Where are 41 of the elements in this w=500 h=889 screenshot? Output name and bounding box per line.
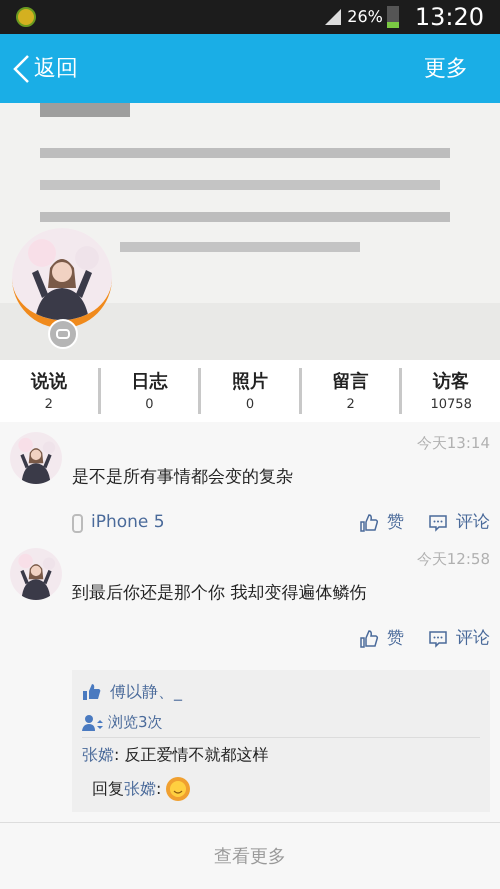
stat-label[interactable]: 照片 (232, 368, 268, 395)
chevron-left-icon (12, 54, 30, 84)
stat-label[interactable]: 留言 (332, 368, 369, 395)
comment-button[interactable]: 评论 (428, 510, 490, 536)
post-time: 今天12:58 (416, 549, 490, 570)
comment-icon (428, 514, 448, 532)
commenter-name[interactable]: 张嫦 (124, 777, 156, 801)
device-label: iPhone 5 (72, 510, 165, 536)
reply-colon: : (156, 778, 162, 800)
reply-label: 回复 (92, 778, 124, 800)
comment-button[interactable]: 评论 (428, 626, 490, 652)
stat-label[interactable]: 访客 (433, 368, 470, 395)
thumbs-up-icon (359, 629, 379, 649)
post-text: 到最后你还是那个你 我却变得遍体鳞伤 (72, 582, 368, 604)
stat-count: 0 (246, 396, 254, 414)
thumbs-up-icon (82, 682, 102, 702)
stat-count: 0 (145, 396, 154, 414)
comment-icon (428, 630, 448, 648)
like-button[interactable]: 赞 (359, 510, 404, 536)
like-button[interactable]: 赞 (359, 626, 404, 652)
battery-icon (386, 6, 399, 28)
post-text: 是不是所有事情都会变的复杂 (72, 466, 294, 488)
comment-text: : 反正爱情不就都这样 (114, 744, 268, 766)
view-more-button[interactable]: 查看更多 (214, 842, 286, 870)
app-icon (16, 7, 36, 27)
sun-emoji-icon (165, 776, 192, 802)
thumbs-up-icon (359, 513, 379, 533)
stat-count: 10758 (430, 396, 472, 414)
signal-icon (323, 7, 344, 27)
stat-label[interactable]: 日志 (131, 368, 168, 395)
view-count: 浏览3次 (108, 712, 163, 734)
post-time: 今天13:14 (416, 433, 490, 454)
liked-by[interactable]: 傅以静、_ (110, 680, 182, 704)
stat-label[interactable]: 说说 (30, 368, 67, 395)
phone-icon (72, 514, 83, 532)
visitors-icon (82, 714, 104, 732)
battery-percent: 26% (347, 6, 383, 28)
clock: 13:20 (414, 2, 484, 33)
stat-count: 2 (346, 396, 355, 414)
commenter-name[interactable]: 张嫦 (82, 743, 114, 767)
stat-count: 2 (44, 396, 53, 414)
